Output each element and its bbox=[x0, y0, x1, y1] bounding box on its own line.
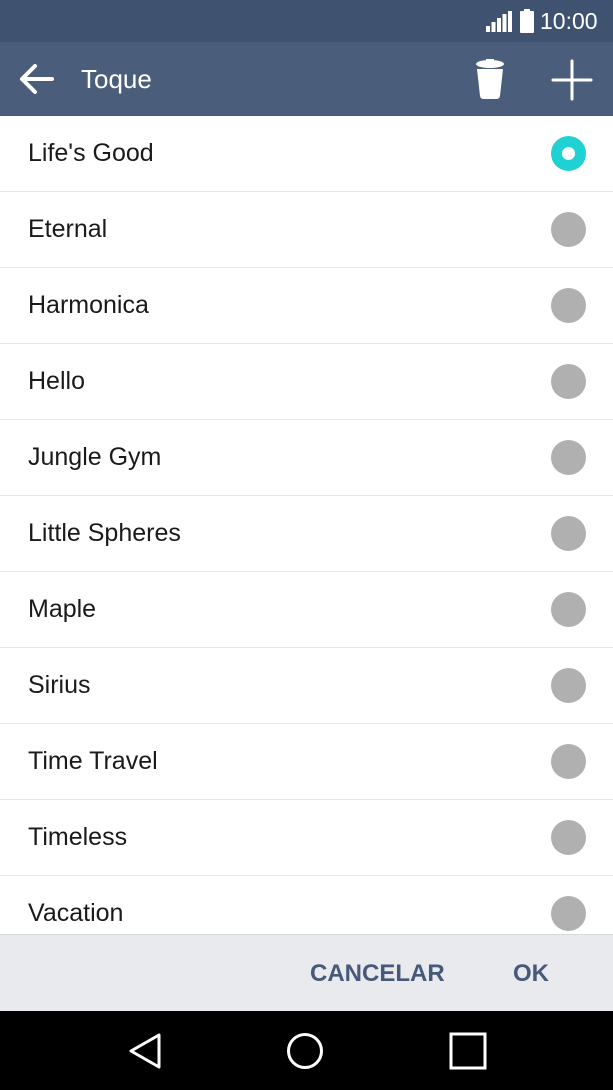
ringtone-label: Maple bbox=[28, 595, 97, 623]
radio-unselected-icon[interactable] bbox=[551, 820, 586, 855]
status-time: 10:00 bbox=[540, 8, 598, 34]
ringtone-picker-screen: 10:00 Toque Life's Good Eternal Harmonic… bbox=[0, 0, 613, 1090]
list-item[interactable]: Life's Good bbox=[0, 116, 613, 192]
list-item[interactable]: Eternal bbox=[0, 192, 613, 268]
radio-unselected-icon[interactable] bbox=[551, 288, 586, 323]
ringtone-label: Life's Good bbox=[28, 139, 154, 167]
radio-unselected-icon[interactable] bbox=[551, 516, 586, 551]
ok-button[interactable]: OK bbox=[513, 959, 549, 989]
list-item[interactable]: Harmonica bbox=[0, 268, 613, 344]
list-item[interactable]: Hello bbox=[0, 344, 613, 420]
ringtone-label: Time Travel bbox=[28, 747, 158, 775]
signal-icon bbox=[486, 11, 512, 32]
list-item[interactable]: Vacation bbox=[0, 876, 613, 934]
radio-unselected-icon[interactable] bbox=[551, 212, 586, 247]
radio-unselected-icon[interactable] bbox=[551, 440, 586, 475]
list-item[interactable]: Jungle Gym bbox=[0, 420, 613, 496]
home-circle-icon[interactable] bbox=[285, 1031, 325, 1071]
ringtone-label: Sirius bbox=[28, 671, 91, 699]
ringtone-label: Harmonica bbox=[28, 291, 149, 319]
ringtone-list: Life's Good Eternal Harmonica Hello Jung… bbox=[0, 116, 613, 934]
ringtone-label: Jungle Gym bbox=[28, 443, 162, 471]
radio-unselected-icon[interactable] bbox=[551, 592, 586, 627]
recent-apps-square-icon[interactable] bbox=[448, 1031, 488, 1071]
ringtone-label: Timeless bbox=[28, 823, 128, 851]
radio-unselected-icon[interactable] bbox=[551, 744, 586, 779]
battery-icon bbox=[520, 9, 534, 33]
status-bar: 10:00 bbox=[0, 0, 613, 42]
trash-icon[interactable] bbox=[470, 58, 510, 100]
page-title: Toque bbox=[81, 64, 152, 94]
list-item[interactable]: Maple bbox=[0, 572, 613, 648]
ringtone-label: Vacation bbox=[28, 899, 124, 927]
list-item[interactable]: Timeless bbox=[0, 800, 613, 876]
radio-selected-icon[interactable] bbox=[551, 136, 586, 171]
list-item[interactable]: Sirius bbox=[0, 648, 613, 724]
back-arrow-icon[interactable] bbox=[18, 60, 56, 98]
back-triangle-icon[interactable] bbox=[125, 1031, 165, 1071]
radio-unselected-icon[interactable] bbox=[551, 364, 586, 399]
ringtone-label: Eternal bbox=[28, 215, 108, 243]
ringtone-label: Little Spheres bbox=[28, 519, 181, 547]
navigation-bar bbox=[0, 1011, 613, 1090]
list-item[interactable]: Little Spheres bbox=[0, 496, 613, 572]
radio-unselected-icon[interactable] bbox=[551, 668, 586, 703]
list-item[interactable]: Time Travel bbox=[0, 724, 613, 800]
cancel-button[interactable]: CANCELAR bbox=[310, 959, 445, 989]
plus-icon[interactable] bbox=[550, 58, 594, 102]
ringtone-label: Hello bbox=[28, 367, 85, 395]
radio-unselected-icon[interactable] bbox=[551, 896, 586, 931]
action-bar: Toque bbox=[0, 42, 613, 116]
dialog-button-bar: CANCELAR OK bbox=[0, 934, 613, 1011]
